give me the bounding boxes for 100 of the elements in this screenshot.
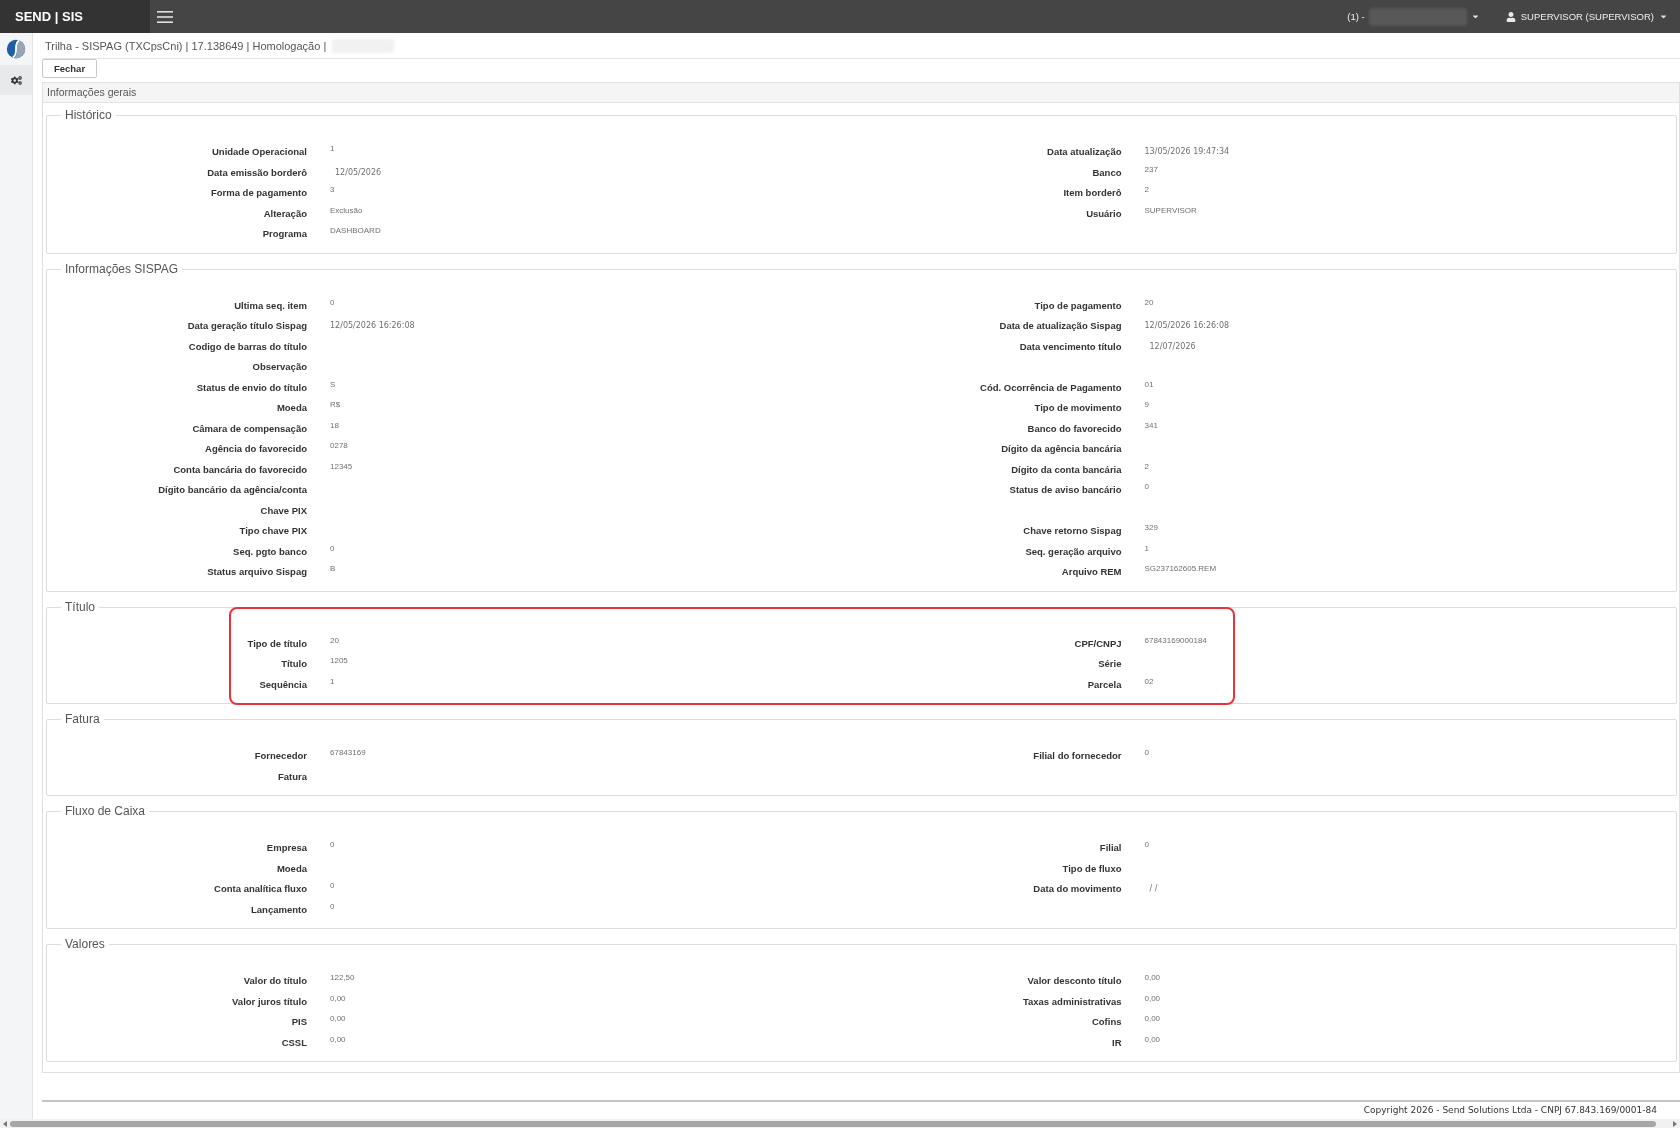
field-value: 0 bbox=[1144, 839, 1149, 850]
field-value: 0 bbox=[330, 900, 335, 912]
field-label: Cód. Ocorrência de Pagamento bbox=[980, 381, 1122, 394]
field-label: Data vencimento título bbox=[1019, 340, 1122, 353]
gears-icon bbox=[10, 74, 22, 86]
field-value: 0 bbox=[330, 542, 335, 554]
field-label: Título bbox=[281, 658, 307, 670]
caret-icon bbox=[1659, 12, 1668, 21]
caret-icon bbox=[1470, 12, 1480, 21]
field-value: 02 bbox=[1144, 675, 1154, 687]
field-label: Status de aviso bancário bbox=[1009, 484, 1122, 496]
field-value: 0,00 bbox=[1144, 992, 1161, 1004]
field-value: / / bbox=[1149, 883, 1158, 894]
field-value: R$ bbox=[330, 399, 341, 410]
field-label: Codigo de barras do título bbox=[188, 340, 307, 353]
field-value: 9 bbox=[1144, 399, 1149, 410]
field-value: 0 bbox=[1144, 747, 1149, 758]
field-value: SG237162605.REM bbox=[1144, 563, 1217, 574]
field-value: 122,50 bbox=[330, 972, 355, 983]
field-label: Conta bancária do favorecido bbox=[173, 463, 307, 476]
field-label: Data de atualização Sispag bbox=[999, 320, 1122, 332]
field-value: 3 bbox=[330, 184, 335, 195]
field-value: SUPERVISOR bbox=[1144, 204, 1197, 216]
field-label: Filial do fornecedor bbox=[1033, 750, 1122, 762]
menu-icon bbox=[157, 10, 173, 23]
settings-button[interactable] bbox=[0, 65, 32, 95]
user-menu[interactable]: SUPERVISOR (SUPERVISOR) bbox=[1505, 11, 1668, 22]
field-value: Exclusão bbox=[330, 204, 363, 216]
field-value: 67843169000184 bbox=[1144, 634, 1207, 646]
field-value: 13/05/2026 19:47:34 bbox=[1144, 146, 1230, 157]
field-value: 1 bbox=[330, 143, 335, 154]
field-label: Banco bbox=[1092, 166, 1122, 179]
field-label: Forma de pagamento bbox=[210, 187, 307, 199]
field-label: Fornecedor bbox=[254, 750, 307, 762]
field-label: PIS bbox=[291, 1016, 307, 1028]
field-value: 0 bbox=[330, 880, 335, 891]
field-label: Data emissão borderô bbox=[207, 166, 307, 179]
field-value: 12345 bbox=[330, 460, 353, 472]
field-value: 01 bbox=[1144, 378, 1154, 390]
field-label: Status arquivo Sispag bbox=[207, 566, 307, 578]
field-label: Lançamento bbox=[251, 903, 307, 916]
field-value: 67843169 bbox=[330, 747, 366, 758]
field-value: 0 bbox=[1144, 481, 1149, 492]
field-label: Valor desconto título bbox=[1027, 975, 1122, 987]
company-selector[interactable]: (1) - bbox=[1347, 7, 1480, 26]
field-label: Dígito da agência bancária bbox=[1001, 443, 1122, 455]
field-label: Tipo de título bbox=[247, 637, 307, 650]
field-value: 2 bbox=[1144, 184, 1149, 195]
field-label: Usuário bbox=[1086, 207, 1122, 220]
field-label: Status de envio do título bbox=[196, 381, 307, 394]
field-label: Moeda bbox=[276, 402, 307, 414]
field-label: Sequência bbox=[259, 678, 307, 691]
field-value: 20 bbox=[330, 634, 339, 646]
field-value: 0,00 bbox=[330, 992, 346, 1004]
field-value: 1205 bbox=[330, 655, 348, 666]
section-title: Informações SISPAG bbox=[61, 261, 183, 277]
field-value: 0,00 bbox=[1144, 972, 1161, 983]
copyright-text: Copyright 2026 - Send Solutions Ltda - CNPJ 67.843.169/0001-84 bbox=[1363, 1105, 1657, 1115]
field-label: Unidade Operacional bbox=[211, 146, 307, 158]
horizontal-scrollbar[interactable] bbox=[0, 1119, 1680, 1128]
field-label: Item borderô bbox=[1063, 187, 1122, 199]
field-value: 0,00 bbox=[1144, 1013, 1161, 1024]
field-label: Data geração título Sispag bbox=[187, 320, 307, 332]
field-value: 12/05/2026 16:26:08 bbox=[1144, 320, 1230, 331]
field-label: Tipo de movimento bbox=[1034, 402, 1122, 414]
field-value: 0,00 bbox=[1144, 1033, 1161, 1045]
right-arrow-icon[interactable] bbox=[1673, 1120, 1677, 1127]
field-label: Dígito bancário da agência/conta bbox=[158, 484, 307, 496]
field-value: 20 bbox=[1144, 296, 1154, 308]
field-label: Moeda bbox=[276, 862, 307, 875]
field-value: 18 bbox=[330, 419, 339, 431]
field-label: IR bbox=[1112, 1036, 1122, 1049]
field-label: Agência do favorecido bbox=[205, 443, 307, 455]
field-label: Cofins bbox=[1091, 1016, 1122, 1028]
field-label: Seq. geração arquivo bbox=[1025, 545, 1122, 558]
field-value: 0 bbox=[330, 296, 335, 308]
scrollbar-thumb[interactable] bbox=[10, 1120, 1656, 1127]
field-label: Alteração bbox=[263, 207, 307, 220]
field-label: Seq. pgto banco bbox=[233, 545, 307, 558]
field-label: Data do movimento bbox=[1033, 883, 1122, 895]
field-value: 0278 bbox=[330, 440, 348, 451]
field-value: 12/07/2026 bbox=[1149, 340, 1196, 352]
field-value: 12/05/2026 16:26:08 bbox=[330, 320, 415, 331]
close-button[interactable]: Fechar bbox=[42, 59, 97, 78]
field-value: 237 bbox=[1144, 163, 1158, 175]
field-label: Conta analítica fluxo bbox=[214, 883, 307, 895]
field-label: CPF/CNPJ bbox=[1074, 637, 1122, 650]
field-value: 1 bbox=[330, 675, 335, 687]
page-title: Trilha - SISPAG (TXCpsCni) | 17.138649 | Homologação | bbox=[45, 39, 327, 52]
field-label: Ultima seq. item bbox=[234, 299, 307, 312]
field-label: Câmara de compensação bbox=[192, 422, 307, 435]
field-label: Dígito da conta bancária bbox=[1011, 463, 1122, 476]
field-value: 12/05/2026 bbox=[335, 166, 382, 178]
menu-button[interactable] bbox=[157, 10, 173, 23]
left-arrow-icon[interactable] bbox=[3, 1120, 7, 1127]
field-value: 341 bbox=[1144, 419, 1158, 431]
field-label: Arquivo REM bbox=[1061, 566, 1122, 578]
field-label: Tipo chave PIX bbox=[239, 525, 307, 537]
field-label: Filial bbox=[1099, 842, 1122, 854]
field-label: Taxas administrativas bbox=[1022, 995, 1122, 1008]
